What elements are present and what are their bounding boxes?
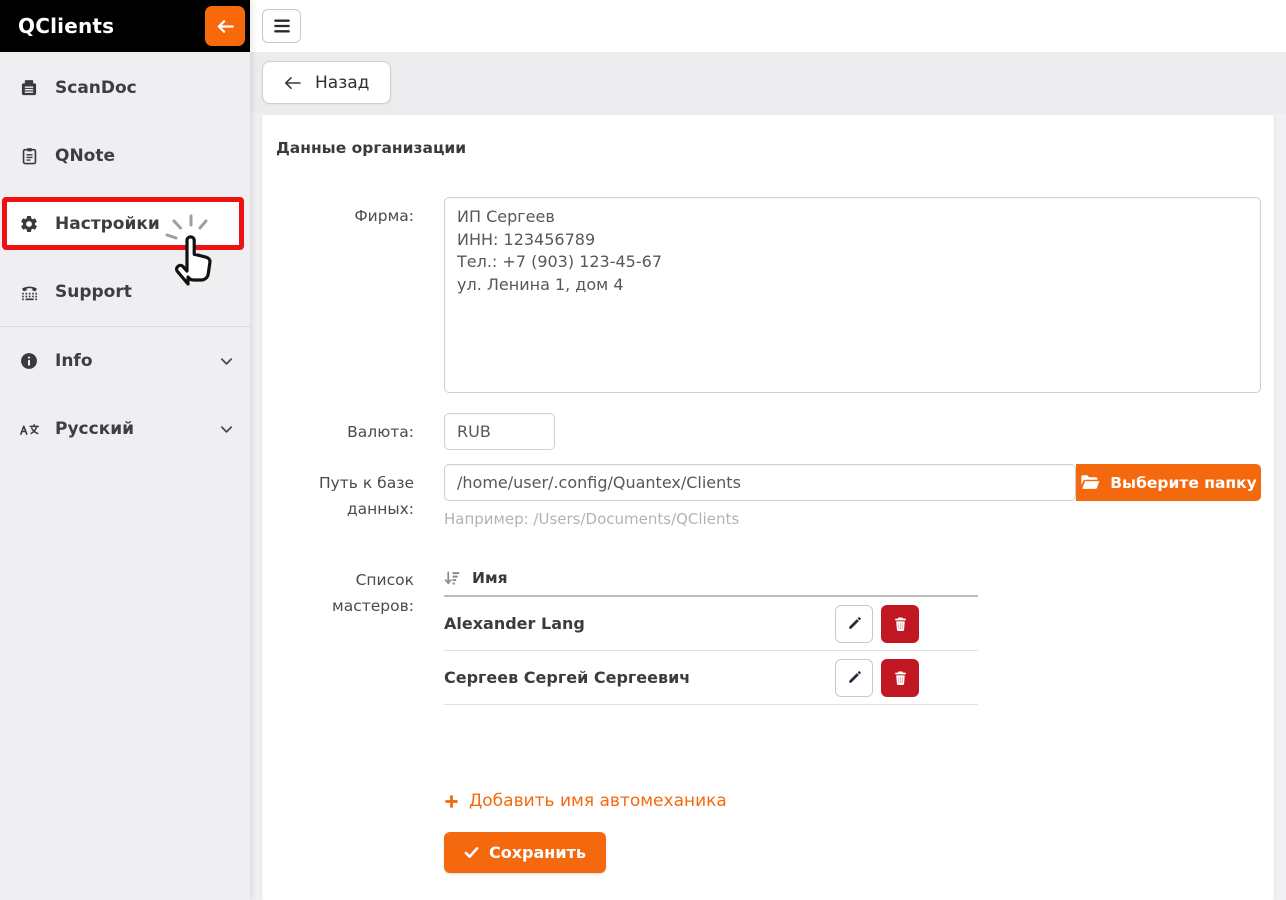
masters-list-header: Имя: [444, 561, 978, 597]
back-button-label: Назад: [315, 72, 370, 93]
masters-label: Список мастеров:: [332, 571, 414, 615]
trash-icon: [893, 616, 908, 632]
pencil-icon: [847, 616, 862, 631]
section-title: Данные организации: [276, 139, 467, 157]
company-textarea[interactable]: ИП Сергеев ИНН: 123456789 Тел.: +7 (903)…: [444, 197, 1261, 393]
back-toolbar: Назад: [250, 52, 1286, 113]
hamburger-icon: [273, 18, 291, 34]
choose-folder-label: Выберите папку: [1110, 473, 1257, 492]
row-actions: [835, 604, 978, 643]
add-master-link[interactable]: Добавить имя автомеханика: [444, 791, 727, 811]
settings-panel: Данные организации Фирма: ИП Сергеев ИНН…: [262, 115, 1274, 900]
sort-icon[interactable]: [444, 570, 461, 587]
back-button[interactable]: Назад: [262, 61, 392, 104]
check-icon: [464, 846, 479, 859]
language-icon: [18, 421, 40, 438]
masters-column-header: Имя: [472, 569, 508, 587]
chevron-down-icon: [219, 422, 234, 437]
phone-support-icon: [18, 282, 40, 302]
sidebar-item-language[interactable]: Русский: [0, 395, 250, 463]
masters-list: Имя Alexander Lang Сергеев Сергей Сергее…: [444, 561, 978, 705]
gear-icon: [18, 214, 40, 234]
row-actions: [835, 658, 978, 697]
save-button[interactable]: Сохранить: [444, 831, 606, 873]
pencil-icon: [847, 670, 862, 685]
main-area: Назад Данные организации Фирма: ИП Серге…: [250, 0, 1286, 900]
sidebar: QClients ScanDoc QNote Настройки Support…: [0, 0, 250, 900]
save-button-label: Сохранить: [489, 842, 586, 862]
plus-icon: [444, 794, 459, 809]
edit-master-button[interactable]: [835, 658, 873, 697]
sidebar-item-label: Настройки: [55, 214, 160, 234]
hamburger-menu-button[interactable]: [262, 9, 301, 43]
db-path-hint: Например: /Users/Documents/QClients: [444, 510, 740, 528]
db-path-label: Путь к базе данных:: [318, 474, 414, 518]
sidebar-item-label: Русский: [55, 419, 135, 439]
sidebar-item-label: QNote: [55, 146, 116, 166]
sidebar-item-label: Support: [55, 282, 132, 302]
currency-label: Валюта:: [347, 423, 414, 441]
sidebar-item-settings[interactable]: Настройки: [0, 190, 250, 258]
edit-master-button[interactable]: [835, 604, 873, 643]
arrow-left-icon: [216, 17, 235, 36]
delete-master-button[interactable]: [881, 658, 919, 697]
app-title: QClients: [18, 14, 115, 38]
master-name: Alexander Lang: [444, 614, 585, 633]
sidebar-collapse-button[interactable]: [205, 6, 245, 46]
sidebar-item-qnote[interactable]: QNote: [0, 122, 250, 190]
db-path-input[interactable]: [444, 464, 1076, 501]
arrow-left-icon: [284, 75, 302, 91]
settings-form: Фирма: ИП Сергеев ИНН: 123456789 Тел.: +…: [276, 197, 1261, 873]
choose-folder-button[interactable]: Выберите папку: [1076, 464, 1261, 501]
scanner-icon: [18, 78, 40, 98]
folder-open-icon: [1080, 474, 1100, 491]
trash-icon: [893, 670, 908, 686]
sidebar-item-support[interactable]: Support: [0, 258, 250, 326]
master-name: Сергеев Сергей Сергеевич: [444, 668, 691, 687]
sidebar-item-scandoc[interactable]: ScanDoc: [0, 54, 250, 122]
add-master-label: Добавить имя автомеханика: [469, 791, 727, 811]
chevron-down-icon: [219, 354, 234, 369]
sidebar-item-label: Info: [55, 351, 93, 371]
clipboard-icon: [18, 146, 40, 166]
master-row: Сергеев Сергей Сергеевич: [444, 651, 978, 705]
sidebar-item-label: ScanDoc: [55, 78, 137, 98]
db-path-group: Выберите папку: [444, 464, 1261, 501]
info-circle-icon: [18, 351, 40, 371]
topbar: [250, 0, 1286, 52]
company-label: Фирма:: [354, 207, 414, 225]
currency-input[interactable]: [444, 413, 555, 450]
delete-master-button[interactable]: [881, 604, 919, 643]
sidebar-nav: ScanDoc QNote Настройки Support Info Рус…: [0, 52, 250, 463]
sidebar-item-info[interactable]: Info: [0, 327, 250, 395]
sidebar-header: QClients: [0, 0, 250, 52]
master-row: Alexander Lang: [444, 597, 978, 651]
